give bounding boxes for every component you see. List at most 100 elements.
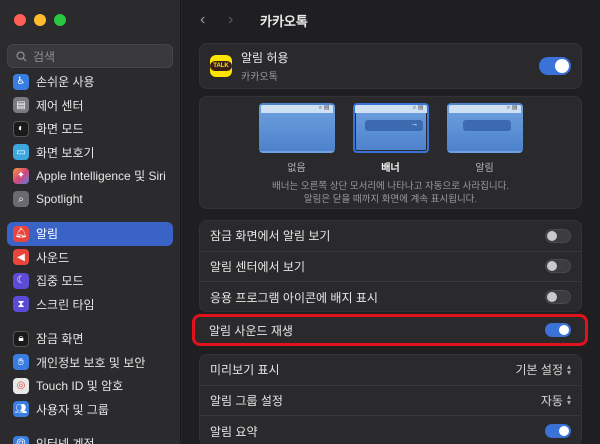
style-option-alert[interactable]: 알림 [446,103,523,174]
sidebar-item-touch-id[interactable]: ◎ Touch ID 및 암호 [7,374,173,398]
grouping-select[interactable]: 자동 ▴ ▾ [541,392,571,409]
show-previews-select[interactable]: 기본 설정 ▴ ▾ [515,361,571,378]
sidebar: 검색 ♿ 손쉬운 사용 ▤ 제어 센터 ◐ 화면 모드 ▭ 화면 보호기 ✦ A… [0,0,181,444]
notification-center-row: 알림 센터에서 보기 [200,252,581,282]
settings-window: 검색 ♿ 손쉬운 사용 ▤ 제어 센터 ◐ 화면 모드 ▭ 화면 보호기 ✦ A… [0,0,600,444]
sidebar-item-label: 스크린 타임 [36,297,95,312]
sidebar-item-label: 사용자 및 그룹 [36,402,109,417]
sidebar-item-accessibility[interactable]: ♿ 손쉬운 사용 [7,70,173,94]
sidebar-item-privacy[interactable]: ✋︎ 개인정보 보호 및 보안 [7,351,173,375]
summary-label: 알림 요약 [210,424,258,439]
lock-screen-row: 잠금 화면에서 알림 보기 [200,221,581,252]
sidebar-item-label: 알림 [36,227,59,242]
sidebar-item-focus[interactable]: ☾ 집중 모드 [7,269,173,293]
show-previews-label: 미리보기 표시 [210,363,280,378]
notification-options-card: 잠금 화면에서 알림 보기 알림 센터에서 보기 응용 프로그램 아이콘에 배지… [199,220,582,312]
summary-row: 알림 요약 [200,416,581,444]
badge-label: 응용 프로그램 아이콘에 배지 표시 [210,290,378,305]
app-name: 카카오톡 [241,72,278,83]
style-option-none[interactable]: 없음 [258,103,335,174]
lock-icon: 🔒︎ [13,330,29,347]
show-previews-value: 기본 설정 [515,363,563,378]
hourglass-icon: ⧗ [13,296,29,313]
window-controls [14,14,66,26]
sound-toggle[interactable] [545,323,571,337]
control-center-icon: ▤ [13,97,29,114]
style-preview-alert [446,103,523,153]
sidebar-item-label: Touch ID 및 암호 [36,379,124,394]
at-icon: @ [13,435,29,444]
sidebar-item-label: 손쉬운 사용 [36,75,95,90]
fingerprint-icon: ◎ [13,377,29,394]
back-arrow-icon[interactable]: ‹ [200,11,228,29]
sound-row: 알림 사운드 재생 [195,317,585,343]
style-preview-none [258,103,335,153]
sound-row-highlight: 알림 사운드 재생 [192,314,588,346]
search-input[interactable]: 검색 [7,44,173,68]
forward-arrow-icon[interactable]: › [228,11,256,29]
sidebar-item-label: 제어 센터 [36,98,84,113]
sidebar-item-internet-accounts[interactable]: @ 인터넷 계정 [7,432,173,444]
style-option-banner[interactable]: 배너 [352,103,429,174]
style-label-banner: 배너 [381,163,400,174]
preview-options-card: 미리보기 표시 기본 설정 ▴ ▾ 알림 그룹 설정 자동 ▴ ▾ 알림 요약 [199,354,582,444]
grouping-row: 알림 그룹 설정 자동 ▴ ▾ [200,386,581,416]
notification-center-label: 알림 센터에서 보기 [210,259,305,274]
page-title: 카카오톡 [260,13,308,29]
sidebar-item-users[interactable]: 👥︎ 사용자 및 그룹 [7,398,173,422]
spotlight-icon: ⌕ [13,191,29,208]
sidebar-item-label: 잠금 화면 [36,332,84,347]
sidebar-item-sound[interactable]: ◀︎ 사운드 [7,246,173,270]
show-previews-row: 미리보기 표시 기본 설정 ▴ ▾ [200,355,581,386]
grouping-label: 알림 그룹 설정 [210,393,283,408]
siri-icon: ✦ [13,167,29,184]
sidebar-item-lock-screen[interactable]: 🔒︎ 잠금 화면 [7,327,173,351]
moon-icon: ☾ [13,272,29,289]
badge-row: 응용 프로그램 아이콘에 배지 표시 [200,282,581,313]
lock-screen-label: 잠금 화면에서 알림 보기 [210,229,331,244]
search-placeholder: 검색 [33,49,56,64]
style-label-alert: 알림 [475,163,494,174]
speaker-icon: ◀︎ [13,249,29,266]
sidebar-item-label: 화면 보호기 [36,145,95,160]
sidebar-item-label: Apple Intelligence 및 Siri [36,169,166,184]
zoom-button[interactable] [54,14,66,26]
lock-screen-toggle[interactable] [545,228,571,243]
kakaotalk-icon: TALK [210,55,232,77]
bell-icon: 🔔︎ [13,225,29,242]
allow-notifications-card: TALK 알림 허용 카카오톡 [199,43,582,89]
sidebar-item-siri[interactable]: ✦ Apple Intelligence 및 Siri [7,164,173,188]
hand-icon: ✋︎ [13,354,29,371]
accessibility-icon: ♿ [13,73,29,90]
summary-toggle[interactable] [545,424,571,439]
badge-toggle[interactable] [545,290,571,305]
style-preview-banner [352,103,429,153]
updown-chevron-icon: ▴ ▾ [566,392,571,408]
grouping-value: 자동 [540,393,563,408]
sidebar-item-notifications[interactable]: 🔔︎ 알림 [7,222,173,246]
sidebar-list: ♿ 손쉬운 사용 ▤ 제어 센터 ◐ 화면 모드 ▭ 화면 보호기 ✦ Appl… [7,70,173,444]
sidebar-item-screensaver[interactable]: ▭ 화면 보호기 [7,141,173,165]
close-button[interactable] [14,14,26,26]
style-description-line2: 알림은 닫을 때까지 화면에 계속 표시됩니다. [303,194,478,205]
style-description: 배너는 오른쪽 상단 모서리에 나타나고 자동으로 사라집니다. 알림은 닫을 … [200,180,581,206]
updown-chevron-icon: ▴ ▾ [566,361,571,377]
sidebar-item-label: 인터넷 계정 [36,435,95,444]
style-label-none: 없음 [287,163,306,174]
style-description-line1: 배너는 오른쪽 상단 모서리에 나타나고 자동으로 사라집니다. [272,181,509,192]
minimize-button[interactable] [34,14,46,26]
users-icon: 👥︎ [13,401,29,418]
sidebar-item-appearance[interactable]: ◐ 화면 모드 [7,117,173,141]
search-icon [16,50,27,62]
allow-notifications-toggle[interactable] [539,57,571,75]
sidebar-item-control-center[interactable]: ▤ 제어 센터 [7,94,173,118]
sidebar-item-label: 화면 모드 [36,122,84,137]
appearance-icon: ◐ [13,120,29,137]
alert-style-card: 없음 배너 알림 배너는 오른쪽 상단 모서리에 나타나고 자동으로 사라집니다… [199,96,582,209]
notification-center-toggle[interactable] [545,259,571,274]
sidebar-item-screen-time[interactable]: ⧗ 스크린 타임 [7,293,173,317]
sidebar-item-spotlight[interactable]: ⌕ Spotlight [7,188,173,212]
sound-label: 알림 사운드 재생 [209,323,293,338]
main-pane: ‹ › 카카오톡 TALK 알림 허용 카카오톡 없음 배너 [182,0,600,444]
sidebar-item-label: Spotlight [36,192,83,207]
